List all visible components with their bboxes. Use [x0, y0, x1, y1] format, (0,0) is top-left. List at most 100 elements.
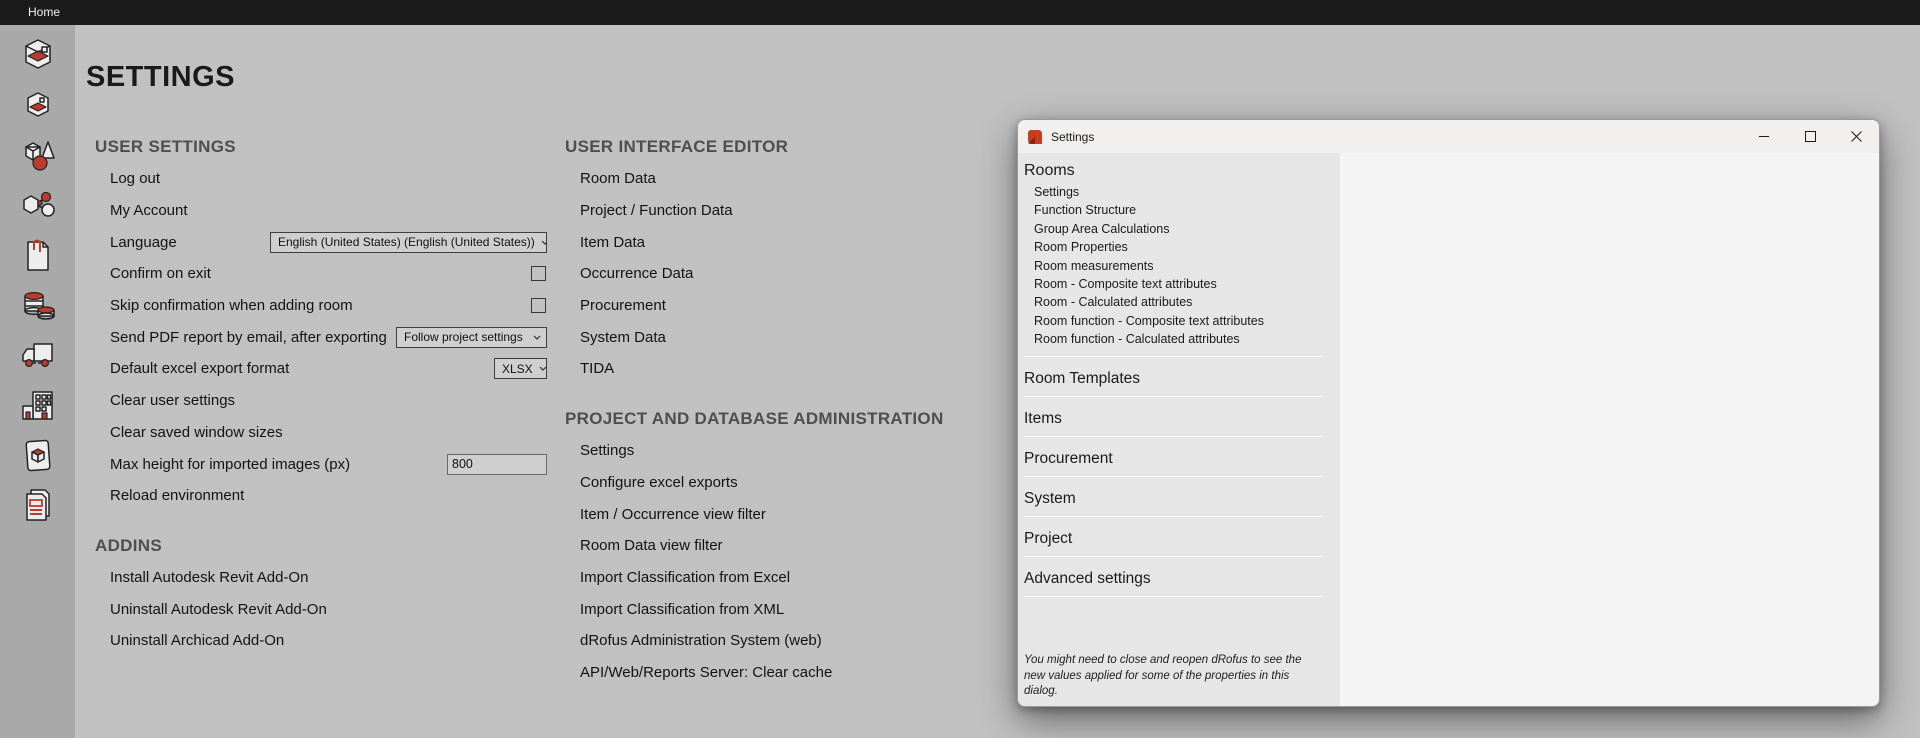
project-function-data-action[interactable]: Project / Function Data — [580, 202, 733, 219]
uninstall-revit-addon-action[interactable]: Uninstall Autodesk Revit Add-On — [110, 601, 327, 618]
nav-item-room-function-composite-text-attributes[interactable]: Room function - Composite text attribute… — [1024, 312, 1322, 330]
room-templates-icon — [18, 85, 58, 127]
log-out-action[interactable]: Log out — [110, 170, 160, 187]
nav-item-room-properties[interactable]: Room Properties — [1024, 238, 1322, 256]
row-admin-settings: Settings — [565, 435, 1065, 467]
row-item-occurrence-view-filter: Item / Occurrence view filter — [565, 498, 1065, 530]
row-tida: TIDA — [565, 353, 1065, 385]
excel-format-select[interactable]: XLSX — [494, 358, 547, 379]
skip-confirmation-label: Skip confirmation when adding room — [110, 297, 353, 314]
nav-group-rooms: Rooms Settings Function Structure Group … — [1024, 162, 1322, 357]
row-procurement: Procurement — [565, 290, 1065, 322]
clear-cache-action[interactable]: API/Web/Reports Server: Clear cache — [580, 664, 832, 681]
max-height-input[interactable] — [447, 454, 547, 475]
user-settings-header: USER SETTINGS — [95, 137, 547, 157]
column-user-settings: USER SETTINGS Log out My Account Languag… — [95, 137, 547, 657]
row-log-out: Log out — [95, 163, 547, 195]
sidebar-item-items[interactable] — [0, 131, 75, 181]
procurement-icon — [18, 335, 58, 377]
clear-user-settings-action[interactable]: Clear user settings — [110, 392, 235, 409]
row-room-data-view-filter: Room Data view filter — [565, 530, 1065, 562]
install-revit-addon-action[interactable]: Install Autodesk Revit Add-On — [110, 569, 308, 586]
dialog-title-bar[interactable]: Settings — [1018, 120, 1879, 153]
sidebar-item-reports[interactable] — [0, 481, 75, 531]
tab-home[interactable]: Home — [22, 0, 66, 25]
send-pdf-label: Send PDF report by email, after exportin… — [110, 329, 387, 346]
section-ui-editor: USER INTERFACE EDITOR Room Data Project … — [565, 137, 1065, 385]
reload-environment-action[interactable]: Reload environment — [110, 487, 244, 504]
nav-group-room-templates[interactable]: Room Templates — [1024, 357, 1322, 397]
nav-item-room-measurements[interactable]: Room measurements — [1024, 257, 1322, 275]
top-bar: Home — [0, 0, 1920, 25]
admin-settings-action[interactable]: Settings — [580, 442, 634, 459]
configure-excel-exports-action[interactable]: Configure excel exports — [580, 474, 738, 491]
room-data-action[interactable]: Room Data — [580, 170, 656, 187]
reports-icon — [18, 485, 58, 527]
nav-item-room-function-calculated-attributes[interactable]: Room function - Calculated attributes — [1024, 330, 1322, 348]
sidebar-item-occurrences[interactable] — [0, 181, 75, 231]
dialog-body: Rooms Settings Function Structure Group … — [1018, 153, 1879, 707]
nav-group-items[interactable]: Items — [1024, 397, 1322, 437]
row-occurrence-data: Occurrence Data — [565, 258, 1065, 290]
row-confirm-on-exit: Confirm on exit — [95, 258, 547, 290]
row-uninstall-archicad: Uninstall Archicad Add-On — [95, 625, 547, 657]
nav-item-room-composite-text-attributes[interactable]: Room - Composite text attributes — [1024, 275, 1322, 293]
nav-item-settings[interactable]: Settings — [1024, 183, 1322, 201]
sidebar-item-finance[interactable] — [0, 281, 75, 331]
row-max-height: Max height for imported images (px) — [95, 448, 547, 480]
nav-group-procurement[interactable]: Procurement — [1024, 437, 1322, 477]
nav-rooms-header[interactable]: Rooms — [1024, 162, 1322, 180]
skip-confirmation-checkbox[interactable] — [531, 298, 546, 313]
clear-saved-window-sizes-action[interactable]: Clear saved window sizes — [110, 424, 283, 441]
tida-action[interactable]: TIDA — [580, 360, 614, 377]
procurement-action[interactable]: Procurement — [580, 297, 666, 314]
nav-group-project[interactable]: Project — [1024, 517, 1322, 557]
row-clear-user-settings: Clear user settings — [95, 385, 547, 417]
send-pdf-select-value: Follow project settings — [404, 330, 523, 344]
nav-item-function-structure[interactable]: Function Structure — [1024, 201, 1322, 219]
room-data-view-filter-action[interactable]: Room Data view filter — [580, 537, 723, 554]
sidebar-item-project[interactable] — [0, 381, 75, 431]
item-data-action[interactable]: Item Data — [580, 234, 645, 251]
uninstall-archicad-addon-action[interactable]: Uninstall Archicad Add-On — [110, 632, 284, 649]
minimize-button[interactable] — [1741, 120, 1787, 153]
language-label: Language — [110, 234, 177, 251]
import-classification-excel-action[interactable]: Import Classification from Excel — [580, 569, 790, 586]
nav-item-group-area-calculations[interactable]: Group Area Calculations — [1024, 220, 1322, 238]
my-account-action[interactable]: My Account — [110, 202, 188, 219]
nav-group-system[interactable]: System — [1024, 477, 1322, 517]
row-room-data: Room Data — [565, 163, 1065, 195]
send-pdf-select[interactable]: Follow project settings — [396, 327, 547, 348]
drofus-logo-icon — [1027, 129, 1043, 145]
sidebar-item-attachments[interactable] — [0, 231, 75, 281]
language-select[interactable]: English (United States) (English (United… — [270, 232, 547, 253]
item-occurrence-view-filter-action[interactable]: Item / Occurrence view filter — [580, 506, 766, 523]
system-data-action[interactable]: System Data — [580, 329, 666, 346]
sidebar-item-procurement[interactable] — [0, 331, 75, 381]
app-window: Home — [0, 0, 1920, 738]
occurrence-data-action[interactable]: Occurrence Data — [580, 265, 693, 282]
row-uninstall-revit: Uninstall Autodesk Revit Add-On — [95, 593, 547, 625]
dialog-content-area — [1340, 153, 1879, 707]
sidebar-item-rooms[interactable] — [0, 31, 75, 81]
row-item-data: Item Data — [565, 226, 1065, 258]
maximize-button[interactable] — [1787, 120, 1833, 153]
language-select-value: English (United States) (English (United… — [278, 235, 535, 249]
confirm-on-exit-label: Confirm on exit — [110, 265, 211, 282]
close-button[interactable] — [1833, 120, 1879, 153]
finance-icon — [18, 285, 58, 327]
attachments-icon — [18, 235, 58, 277]
nav-item-room-calculated-attributes[interactable]: Room - Calculated attributes — [1024, 293, 1322, 311]
nav-group-advanced-settings[interactable]: Advanced settings — [1024, 557, 1322, 597]
project-db-admin-header: PROJECT AND DATABASE ADMINISTRATION — [565, 409, 1065, 429]
row-reload-environment: Reload environment — [95, 480, 547, 512]
products-icon — [18, 435, 58, 477]
section-addins: ADDINS Install Autodesk Revit Add-On Uni… — [95, 536, 547, 657]
sidebar-item-products[interactable] — [0, 431, 75, 481]
maximize-icon — [1805, 131, 1816, 142]
sidebar-item-room-templates[interactable] — [0, 81, 75, 131]
column-admin: USER INTERFACE EDITOR Room Data Project … — [565, 137, 1065, 688]
drofus-admin-system-action[interactable]: dRofus Administration System (web) — [580, 632, 822, 649]
import-classification-xml-action[interactable]: Import Classification from XML — [580, 601, 784, 618]
confirm-on-exit-checkbox[interactable] — [531, 266, 546, 281]
